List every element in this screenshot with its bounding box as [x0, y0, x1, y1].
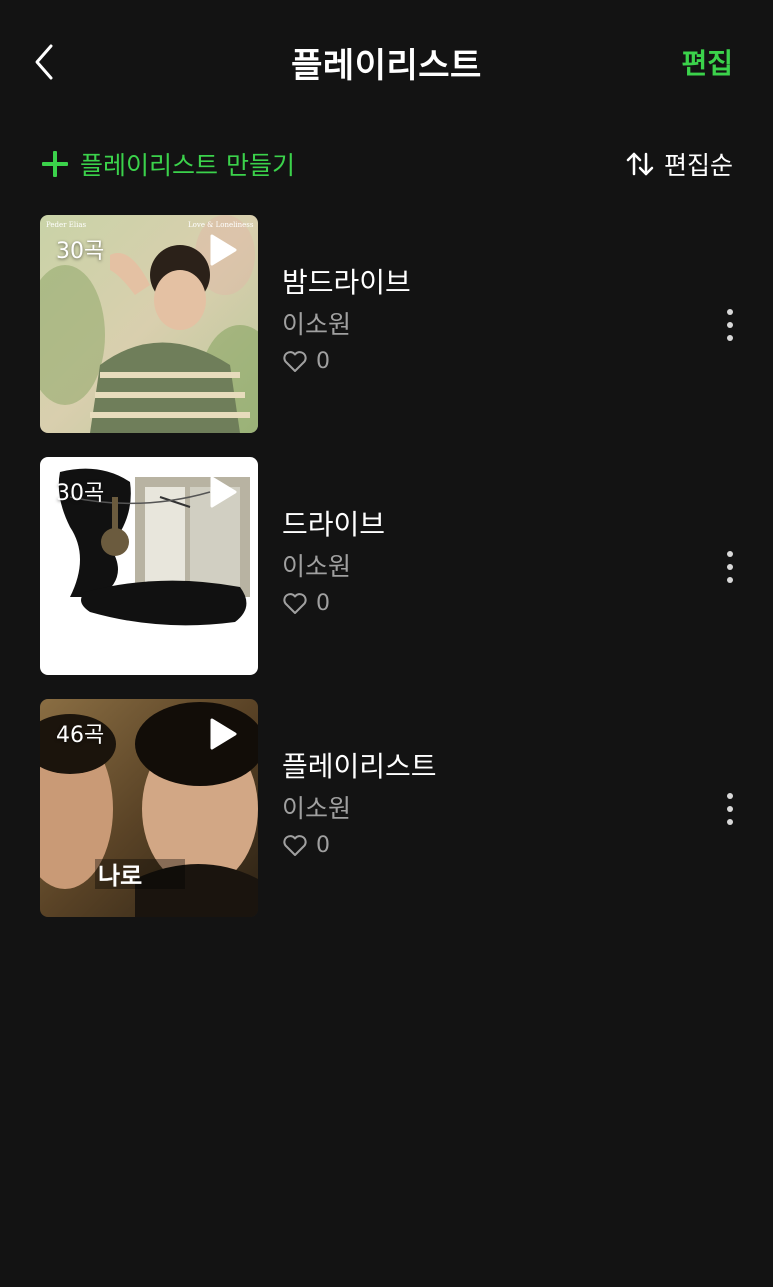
playlist-title: 드라이브 — [282, 508, 386, 541]
like-count: 0 — [316, 833, 330, 858]
like-count: 0 — [316, 349, 330, 374]
like-count: 0 — [316, 591, 330, 616]
edit-button[interactable]: 편집 — [681, 42, 733, 82]
cover-text-left: Peder Elias — [46, 221, 86, 229]
play-icon[interactable] — [208, 475, 238, 509]
heart-icon — [283, 834, 307, 856]
playlist-title: 밤드라이브 — [282, 266, 411, 299]
playlist-owner: 이소원 — [282, 794, 352, 823]
heart-icon — [283, 350, 307, 372]
track-count: 30곡 — [56, 481, 105, 506]
track-count: 46곡 — [56, 723, 105, 748]
like-button[interactable]: 0 — [282, 349, 411, 374]
sort-button[interactable]: 편집순 — [626, 146, 733, 182]
play-icon[interactable] — [208, 717, 238, 751]
playlist-cover[interactable]: Peder Elias Love & Loneliness 30곡 — [40, 215, 258, 433]
like-button[interactable]: 0 — [282, 833, 437, 858]
sort-arrows-icon — [626, 152, 654, 176]
create-playlist-label: 플레이리스트 만들기 — [80, 151, 295, 180]
playlist-info: 플레이리스트 이소원 0 — [282, 749, 437, 858]
playlist-info: 드라이브 이소원 0 — [282, 507, 385, 616]
more-options-button[interactable] — [720, 303, 740, 347]
playlist-item[interactable]: 나로 46곡 플레이리스트 이소원 0 — [40, 699, 740, 917]
plus-icon — [42, 151, 68, 177]
playlist-title: 플레이리스트 — [282, 750, 437, 783]
playlist-item[interactable]: Peder Elias Love & Loneliness 30곡 밤드라이브 … — [40, 215, 740, 433]
more-options-button[interactable] — [720, 545, 740, 589]
more-options-button[interactable] — [720, 787, 740, 831]
play-icon[interactable] — [208, 233, 238, 267]
create-playlist-button[interactable]: 플레이리스트 만들기 — [42, 146, 295, 182]
cover-text-right: Love & Loneliness — [188, 221, 254, 229]
playlist-info: 밤드라이브 이소원 0 — [282, 265, 411, 374]
heart-icon — [283, 592, 307, 614]
playlist-cover[interactable]: 30곡 — [40, 457, 258, 675]
playlist-cover[interactable]: 나로 46곡 — [40, 699, 258, 917]
sort-label: 편집순 — [663, 151, 733, 180]
header: 플레이리스트 편집 — [0, 0, 773, 124]
page-title: 플레이리스트 — [291, 46, 482, 86]
playlist-item[interactable]: 30곡 드라이브 이소원 0 — [40, 457, 740, 675]
like-button[interactable]: 0 — [282, 591, 385, 616]
track-count: 30곡 — [56, 239, 105, 264]
playlist-owner: 이소원 — [282, 310, 352, 339]
cover-title-text: 나로 — [98, 862, 142, 890]
playlist-owner: 이소원 — [282, 552, 352, 581]
